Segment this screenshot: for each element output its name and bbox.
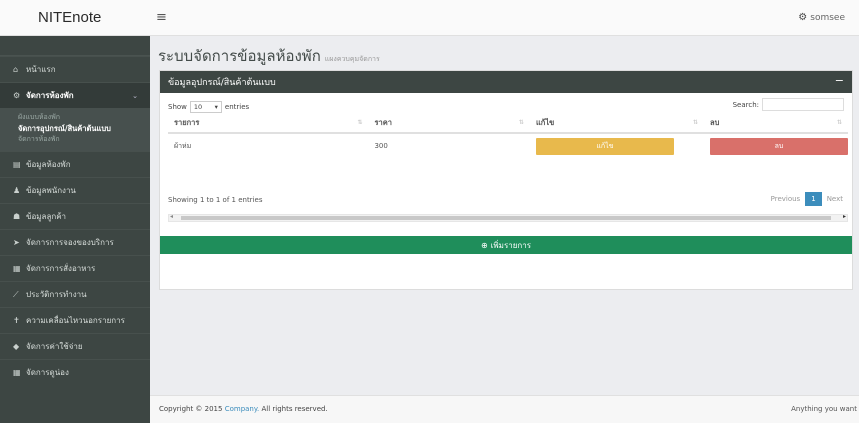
company-link[interactable]: Company. [225,405,260,413]
items-table: รายการ ⇅ ราคา ⇅ แก้ไข ⇅ ลบ ⇅ ผ้าห่ม 300 แก้ไ… [168,113,848,158]
panel-header: ข้อมูลอุปกรณ์/สินค้าต้นแบบ − [160,71,852,93]
pagination-page-1[interactable]: 1 [805,192,822,206]
edit-button[interactable]: แก้ไข [535,137,674,155]
sidebar-submenu: ผังแบบห้องพัก จัดการอุปกรณ์/สินค้าต้นแบบจ… [0,108,150,151]
show-entries: Show 10 ▾ entries [168,101,249,113]
home-icon: ⌂ [13,65,19,74]
column-header-delete[interactable]: ลบ ⇅ [703,113,848,134]
sidebar-item-3[interactable]: ♟ ข้อมูลพนักงาน [0,177,150,203]
chevron-down-icon: ▾ [214,103,218,111]
footer-right-text: Anything you want [791,405,857,413]
page-header: ระบบจัดการข้อมูลห้องพัก แผงควบคุมจัดการ [158,44,380,68]
column-header-price[interactable]: ราคา ⇅ [368,113,530,134]
grid-icon: ▦ [13,368,21,377]
table-controls: Show 10 ▾ entries Search: [160,93,852,115]
sidebar: ⌂ หน้าแรก ⚙ จัดการห้องพัก ⌄ ผังแบบห้องพัก จัดก… [0,36,150,423]
sidebar-item-1[interactable]: ⚙ จัดการห้องพัก ⌄ [0,82,150,108]
rights-text: All rights reserved. [261,405,328,413]
table-header-row: รายการ ⇅ ราคา ⇅ แก้ไข ⇅ ลบ ⇅ [168,113,848,134]
add-item-button[interactable]: ⊕ เพิ่มรายการ [160,236,852,254]
footer: Copyright © 2015 Company. All rights res… [150,395,859,423]
sort-icon: ⇅ [518,119,524,126]
sort-icon: ⇅ [836,119,842,126]
sidebar-item-9[interactable]: ◆ จัดการค่าใช้จ่าย [0,333,150,359]
collapse-icon[interactable]: − [835,74,844,87]
sidebar-item-label: ประวัติการทำงาน [26,290,87,299]
sidebar-subitem-2[interactable]: จัดการห้องพัก [0,134,150,145]
copyright: Copyright © 2015 Company. All rights res… [159,405,328,413]
sidebar-subitem-1[interactable]: จัดการอุปกรณ์/สินค้าต้นแบบ [0,123,150,134]
sidebar-item-2[interactable]: ▤ ข้อมูลห้องพัก [0,151,150,177]
column-header-item[interactable]: รายการ ⇅ [168,113,369,134]
brand-logo[interactable]: NITEnote [38,9,101,26]
top-navbar: NITEnote ≡ ⚙ somsee [0,0,859,36]
tag-icon: ◆ [13,342,20,351]
group-icon: ☗ [13,212,21,221]
pagination-previous[interactable]: Previous [766,192,806,206]
chart-icon: ⟋ [13,289,19,299]
panel-title: ข้อมูลอุปกรณ์/สินค้าต้นแบบ [168,78,276,88]
main-content: ระบบจัดการข้อมูลห้องพัก แผงควบคุมจัดการ ข… [150,36,859,423]
person-icon: ✝ [13,316,20,325]
hamburger-icon[interactable]: ≡ [156,10,167,25]
sidebar-item-4[interactable]: ☗ ข้อมูลลูกค้า [0,203,150,229]
copyright-text: Copyright © 2015 [159,405,223,413]
sidebar-item-label: หน้าแรก [26,65,56,74]
horizontal-scrollbar[interactable]: ◂ ▸ [168,213,848,222]
sidebar-item-8[interactable]: ✝ ความเคลื่อนไหวนอกรายการ [0,307,150,333]
sidebar-item-label: ข้อมูลพนักงาน [26,186,76,195]
pagination: Previous 1 Next [766,192,848,206]
sidebar-item-6[interactable]: ▦ จัดการการสั่งอาหาร [0,255,150,281]
sidebar-search[interactable] [0,36,150,56]
user-menu[interactable]: ⚙ somsee [798,12,845,23]
entries-value: 10 [193,103,203,111]
sidebar-item-label: จัดการการสั่งอาหาร [26,264,96,273]
sidebar-item-label: ข้อมูลห้องพัก [26,160,71,169]
page-title: ระบบจัดการข้อมูลห้องพัก [158,47,321,65]
cell-item-name: ผ้าห่ม [174,141,192,150]
search-input[interactable] [762,98,844,111]
column-header-edit[interactable]: แก้ไข ⇅ [529,113,704,134]
sidebar-item-label: ความเคลื่อนไหวนอกรายการ [26,316,125,325]
building-icon: ▤ [13,160,21,169]
gear-icon: ⚙ [13,91,21,100]
sidebar-item-0[interactable]: ⌂ หน้าแรก [0,56,150,82]
user-icon: ♟ [13,186,21,195]
entries-label: entries [224,103,250,111]
delete-button[interactable]: ลบ [709,137,848,155]
send-icon: ➤ [13,238,20,247]
sidebar-subitem-0[interactable]: ผังแบบห้องพัก [0,112,150,123]
sort-icon: ⇅ [357,119,363,126]
username: somsee [810,13,845,23]
sidebar-item-label: จัดการการจองของบริการ [26,238,114,247]
sidebar-item-10[interactable]: ▦ จัดการดูน่อง [0,359,150,385]
sidebar-item-label: ข้อมูลลูกค้า [26,212,67,221]
pagination-next[interactable]: Next [822,192,848,206]
scrollbar-thumb[interactable] [181,216,831,220]
scroll-left-icon[interactable]: ◂ [170,213,173,220]
sidebar-item-label: จัดการค่าใช้จ่าย [26,342,83,351]
search-box: Search: [733,98,844,111]
cell-price: 300 [374,142,388,150]
entries-select[interactable]: 10 ▾ [189,101,222,113]
chevron-down-icon: ⌄ [132,91,138,100]
sidebar-item-label: จัดการดูน่อง [26,368,69,377]
scroll-right-icon[interactable]: ▸ [843,213,846,220]
sidebar-item-5[interactable]: ➤ จัดการการจองของบริการ [0,229,150,255]
items-panel: ข้อมูลอุปกรณ์/สินค้าต้นแบบ − Show 10 ▾ e… [159,70,853,290]
page-subtitle: แผงควบคุมจัดการ [324,55,380,63]
table-icon: ▦ [13,264,21,273]
add-button-label: เพิ่มรายการ [490,240,532,250]
show-label: Show [168,103,187,111]
table-row: ผ้าห่ม 300 แก้ไข ลบ [168,133,848,158]
plus-circle-icon: ⊕ [480,240,488,250]
table-info: Showing 1 to 1 of 1 entries [168,196,263,204]
sidebar-item-label: จัดการห้องพัก [26,91,74,100]
gear-icon: ⚙ [798,12,808,23]
sort-icon: ⇅ [692,119,698,126]
sidebar-item-7[interactable]: ⟋ ประวัติการทำงาน [0,281,150,307]
search-label: Search: [732,100,759,109]
